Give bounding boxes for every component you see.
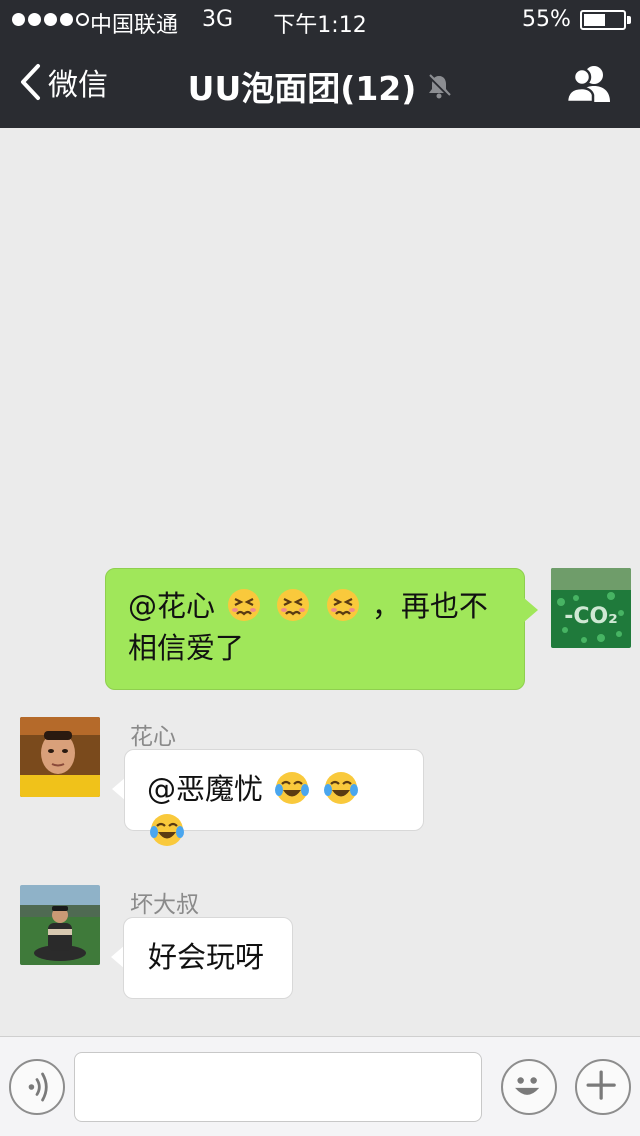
- co2-green-avatar-image: -CO₂: [551, 568, 631, 648]
- svg-text:-CO₂: -CO₂: [564, 604, 618, 629]
- message-bubble-incoming[interactable]: 好会玩呀: [123, 917, 293, 999]
- persevering-face-emoji-icon: [228, 589, 261, 621]
- message-text: 好会玩呀: [148, 940, 265, 974]
- sender-avatar[interactable]: [20, 885, 100, 965]
- chat-title: UU泡面团(12): [187, 69, 417, 108]
- message-input[interactable]: [74, 1052, 482, 1122]
- input-bar: [0, 1036, 640, 1136]
- tears-of-joy-emoji-icon: [150, 814, 184, 846]
- top-bar: 中国联通 3G 下午1:12 55% 微信 UU泡面团(12): [0, 0, 640, 128]
- nav-bar: 微信 UU泡面团(12): [0, 40, 640, 128]
- my-avatar[interactable]: -CO₂: [551, 568, 631, 648]
- tears-of-joy-emoji-icon: [324, 772, 359, 804]
- voice-button[interactable]: [9, 1059, 65, 1115]
- battery-icon: [580, 10, 626, 30]
- persevering-face-emoji-icon: [326, 589, 359, 621]
- more-button[interactable]: [575, 1059, 631, 1115]
- message-text: @花心: [128, 589, 216, 623]
- group-members-icon[interactable]: [566, 64, 612, 104]
- smiley-icon: [515, 1077, 540, 1095]
- message-text: @恶魔忧: [147, 772, 264, 806]
- chat-title-area: UU泡面团(12): [0, 62, 640, 110]
- sender-name: 花心: [130, 724, 176, 750]
- voice-icon: [28, 1072, 48, 1102]
- sender-avatar[interactable]: [20, 717, 100, 797]
- sender-name: 坏大叔: [130, 892, 199, 918]
- battery-percent: 55%: [522, 7, 571, 32]
- persevering-face-emoji-icon: [277, 589, 310, 621]
- message-bubble-outgoing[interactable]: @花心 ，再也不相信爱了: [105, 568, 525, 690]
- man-yellow-shirt-avatar-image: [20, 717, 100, 797]
- plus-icon: [586, 1070, 616, 1100]
- status-bar: 中国联通 3G 下午1:12 55%: [0, 0, 640, 40]
- tears-of-joy-emoji-icon: [275, 772, 310, 804]
- emoji-button[interactable]: [501, 1059, 557, 1115]
- message-bubble-incoming[interactable]: @恶魔忧: [124, 749, 424, 846]
- bell-muted-icon: [428, 74, 452, 99]
- man-sitting-field-avatar-image: [20, 885, 100, 965]
- chat-area[interactable]: @花心 ，再也不相信爱了 -CO₂ 花心 @恶魔忧 坏大叔 好会玩呀: [0, 128, 640, 1036]
